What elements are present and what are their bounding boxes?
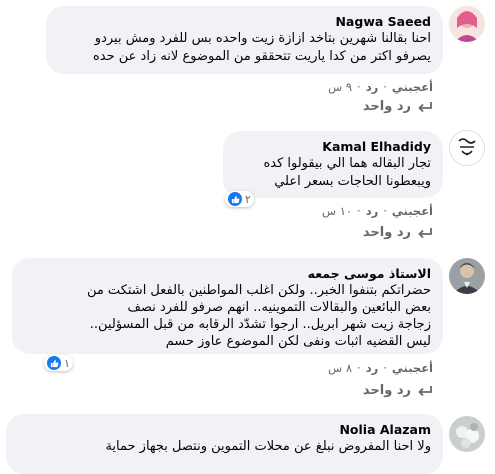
comment-nagwa: Nagwa Saeed احنا بقالنا شهرين بتاخد ازاز… [0, 0, 495, 120]
reaction-count: ١ [64, 356, 70, 370]
view-replies-label: رد واحد [362, 99, 411, 114]
view-replies-link[interactable]: رد واحد [363, 383, 433, 398]
avatar[interactable] [449, 130, 485, 166]
comment-author[interactable]: Nagwa Saeed [58, 13, 431, 30]
view-replies-link[interactable]: رد واحد [363, 99, 433, 114]
reply-link[interactable]: رد [366, 80, 379, 94]
like-link[interactable]: أعجبني [392, 361, 433, 375]
reply-arrow-icon [418, 101, 432, 112]
separator-dot: · [357, 204, 361, 218]
comment-text: ولا احنا المفروض نبلغ عن محلات التموين و… [105, 439, 431, 454]
avatar[interactable] [449, 416, 485, 452]
comment-time[interactable]: ٨ س [328, 361, 352, 375]
separator-dot: · [357, 361, 361, 375]
comment-bubble: Nolia Alazam ولا احنا المفروض نبلغ عن مح… [6, 414, 443, 474]
reply-arrow-icon [418, 385, 432, 396]
avatar[interactable] [449, 6, 485, 42]
reply-arrow-icon [418, 227, 432, 238]
like-link[interactable]: أعجبني [392, 80, 433, 94]
separator-dot: · [383, 361, 387, 375]
comment-text: حضراتكم بتنفوا الخبر.. ولكن اغلب المواطن… [86, 283, 431, 349]
separator-dot: · [383, 80, 387, 94]
avatar[interactable] [449, 258, 485, 294]
reply-link[interactable]: رد [366, 204, 379, 218]
view-replies-label: رد واحد [362, 383, 411, 398]
separator-dot: · [383, 204, 387, 218]
comment-text: تجار البقاله هما الي بيقولوا كده ويبعطون… [263, 156, 431, 189]
comment-time[interactable]: ٩ س [328, 80, 352, 94]
comment-kamal: Kamal Elhadidy تجار البقاله هما الي بيقو… [0, 128, 495, 248]
comment-actions: أعجبني · رد · ٨ س [328, 361, 433, 375]
comment-author[interactable]: الاستاذ موسى جمعه [24, 265, 431, 282]
comment-time[interactable]: ١٠ س [322, 204, 352, 218]
reaction-badge[interactable]: ٢ [225, 191, 254, 207]
comment-author[interactable]: Nolia Alazam [18, 421, 431, 438]
comment-author[interactable]: Kamal Elhadidy [235, 138, 431, 155]
comment-bubble: الاستاذ موسى جمعه حضراتكم بتنفوا الخبر..… [12, 258, 443, 354]
view-replies-link[interactable]: رد واحد [363, 225, 433, 240]
like-icon [47, 356, 61, 370]
reply-link[interactable]: رد [366, 361, 379, 375]
like-icon [228, 192, 242, 206]
comment-bubble: Kamal Elhadidy تجار البقاله هما الي بيقو… [223, 131, 443, 198]
comment-mousa: الاستاذ موسى جمعه حضراتكم بتنفوا الخبر..… [0, 252, 495, 402]
comment-actions: أعجبني · رد · ١٠ س [322, 204, 433, 218]
view-replies-label: رد واحد [362, 225, 411, 240]
reaction-badge[interactable]: ١ [44, 355, 73, 371]
separator-dot: · [357, 80, 361, 94]
comment-text: احنا بقالنا شهرين بتاخد ازازة زيت واحده … [92, 31, 431, 64]
comment-actions: أعجبني · رد · ٩ س [328, 80, 433, 94]
comment-nolia: Nolia Alazam ولا احنا المفروض نبلغ عن مح… [0, 408, 495, 474]
like-link[interactable]: أعجبني [392, 204, 433, 218]
comment-bubble: Nagwa Saeed احنا بقالنا شهرين بتاخد ازاز… [46, 6, 443, 74]
reaction-count: ٢ [245, 192, 251, 206]
